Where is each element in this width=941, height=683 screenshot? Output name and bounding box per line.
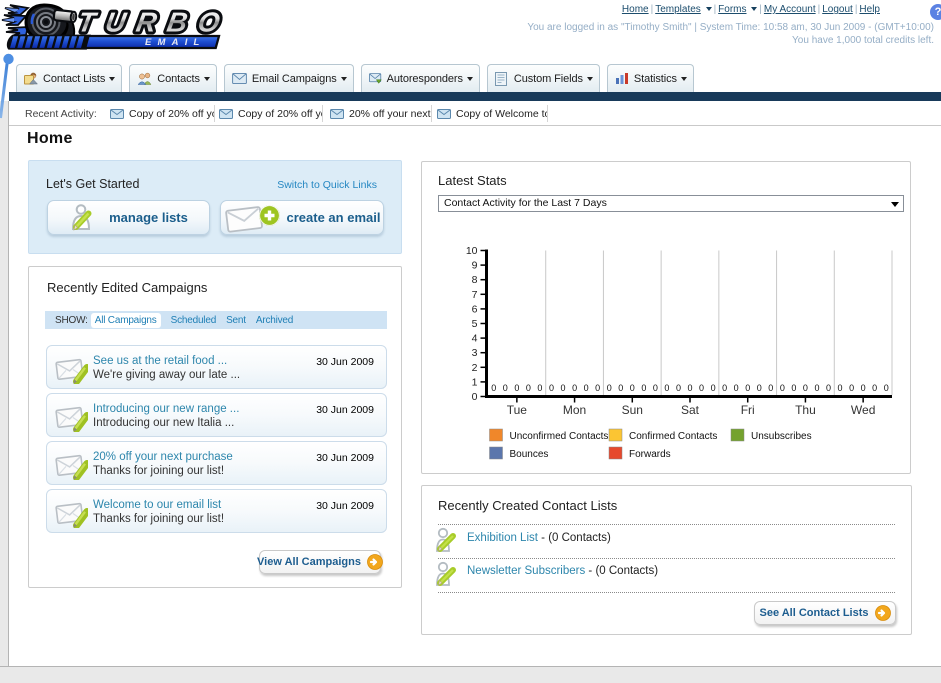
svg-text:7: 7 <box>472 289 478 301</box>
svg-text:4: 4 <box>472 333 478 345</box>
svg-text:Unsubscribes: Unsubscribes <box>751 431 812 442</box>
svg-text:0: 0 <box>630 383 635 393</box>
svg-text:0: 0 <box>768 383 773 393</box>
svg-text:0: 0 <box>491 383 496 393</box>
svg-text:EMAIL: EMAIL <box>145 37 206 48</box>
svg-text:0: 0 <box>849 383 854 393</box>
svg-text:0: 0 <box>757 383 762 393</box>
svg-text:0: 0 <box>826 383 831 393</box>
svg-text:0: 0 <box>653 383 658 393</box>
svg-text:0: 0 <box>561 383 566 393</box>
svg-text:0: 0 <box>711 383 716 393</box>
svg-text:0: 0 <box>664 383 669 393</box>
svg-text:Sun: Sun <box>622 403 643 417</box>
svg-text:0: 0 <box>745 383 750 393</box>
svg-text:0: 0 <box>734 383 739 393</box>
svg-text:Tue: Tue <box>507 403 528 417</box>
svg-text:Fri: Fri <box>741 403 755 417</box>
svg-text:0: 0 <box>618 383 623 393</box>
svg-text:0: 0 <box>607 383 612 393</box>
svg-text:0: 0 <box>814 383 819 393</box>
svg-text:9: 9 <box>472 260 478 272</box>
svg-text:0: 0 <box>549 383 554 393</box>
svg-text:Forwards: Forwards <box>629 449 671 460</box>
svg-text:0: 0 <box>472 391 478 403</box>
svg-text:1: 1 <box>472 376 478 388</box>
svg-text:0: 0 <box>838 383 843 393</box>
svg-text:0: 0 <box>884 383 889 393</box>
svg-text:0: 0 <box>584 383 589 393</box>
svg-text:0: 0 <box>861 383 866 393</box>
svg-text:0: 0 <box>641 383 646 393</box>
svg-text:Sat: Sat <box>681 403 700 417</box>
svg-text:5: 5 <box>472 318 478 330</box>
svg-text:0: 0 <box>503 383 508 393</box>
svg-text:6: 6 <box>472 303 478 315</box>
svg-text:10: 10 <box>466 245 478 257</box>
svg-text:0: 0 <box>791 383 796 393</box>
svg-text:0: 0 <box>595 383 600 393</box>
svg-text:Confirmed Contacts: Confirmed Contacts <box>629 431 717 442</box>
svg-text:0: 0 <box>537 383 542 393</box>
svg-text:3: 3 <box>472 347 478 359</box>
svg-text:Mon: Mon <box>563 403 586 417</box>
svg-text:0: 0 <box>687 383 692 393</box>
svg-text:0: 0 <box>722 383 727 393</box>
svg-text:2: 2 <box>472 362 478 374</box>
svg-text:TURBO: TURBO <box>75 7 222 38</box>
svg-text:0: 0 <box>526 383 531 393</box>
svg-text:8: 8 <box>472 274 478 286</box>
svg-text:0: 0 <box>676 383 681 393</box>
svg-text:Wed: Wed <box>851 403 875 417</box>
svg-text:0: 0 <box>780 383 785 393</box>
svg-text:0: 0 <box>872 383 877 393</box>
svg-text:0: 0 <box>514 383 519 393</box>
svg-text:0: 0 <box>803 383 808 393</box>
svg-text:0: 0 <box>572 383 577 393</box>
svg-text:Bounces: Bounces <box>510 449 549 460</box>
svg-text:Thu: Thu <box>795 403 816 417</box>
svg-text:Unconfirmed Contacts: Unconfirmed Contacts <box>510 431 609 442</box>
svg-text:0: 0 <box>699 383 704 393</box>
